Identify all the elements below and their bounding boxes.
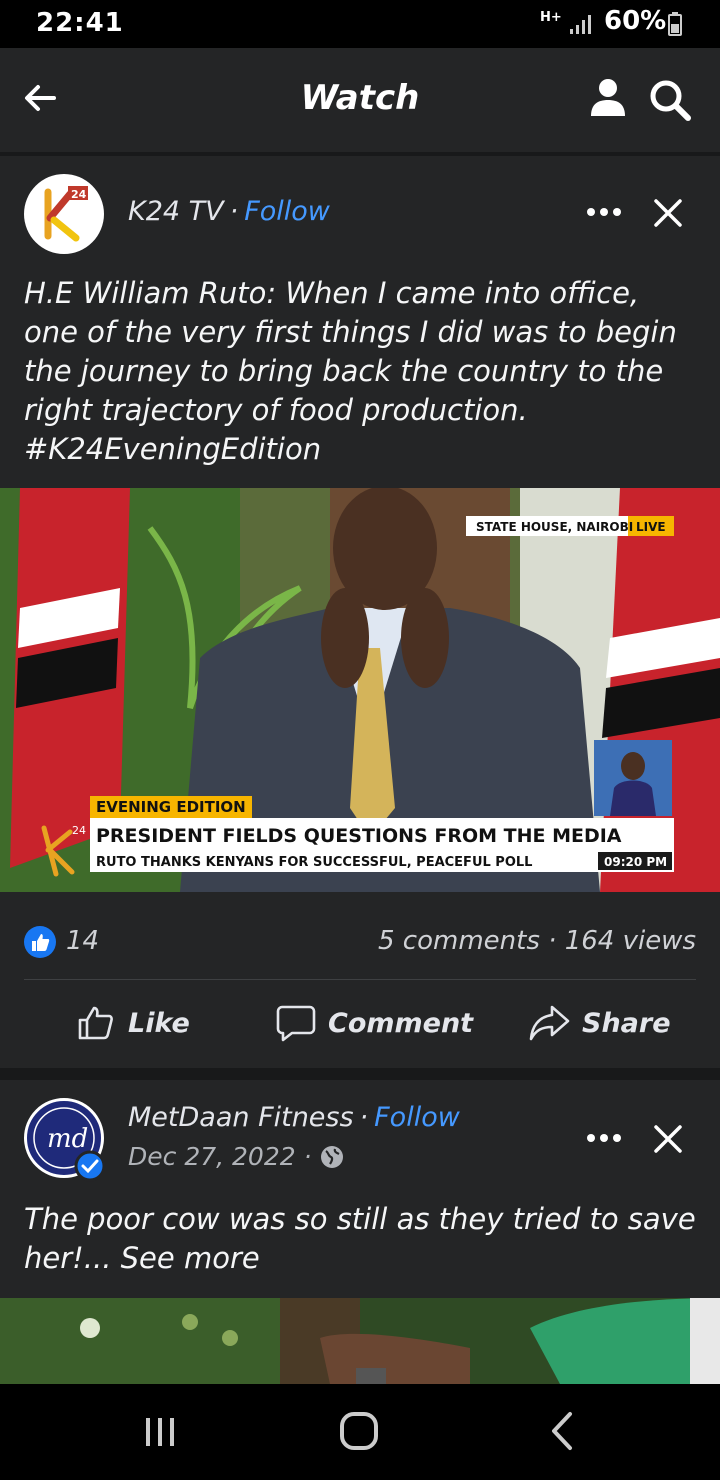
- video-logo-text: 24: [72, 824, 86, 837]
- svg-text:24: 24: [71, 188, 87, 201]
- post-image-preview: [0, 1298, 720, 1384]
- battery-icon: [668, 12, 682, 36]
- profile-icon[interactable]: [586, 76, 630, 120]
- separator-dot: ·: [229, 196, 239, 227]
- post-text-line: H.E William Ruto: When I came into offic…: [24, 276, 640, 310]
- comment-label: Comment: [328, 1007, 474, 1039]
- signal-icon: [570, 15, 591, 34]
- app-bar: Watch: [0, 48, 720, 152]
- share-label: Share: [582, 1007, 671, 1039]
- battery-percent: 60%: [604, 6, 667, 36]
- post-card: md MetDaan Fitness · Follow Dec 27, 2022 ·…: [0, 1080, 720, 1384]
- home-icon[interactable]: [338, 1410, 380, 1452]
- system-nav-bar: [0, 1384, 720, 1480]
- thumbs-up-icon: [78, 1006, 113, 1040]
- author-name[interactable]: MetDaan Fitness: [128, 1102, 354, 1133]
- view-count: 164 views: [564, 926, 696, 956]
- post-text: H.E William Ruto: When I came into offic…: [24, 274, 700, 469]
- post-text-line-see-more[interactable]: her!... See more: [24, 1239, 700, 1278]
- post-author-line: K24 TV · Follow: [128, 196, 330, 227]
- back-icon[interactable]: [546, 1410, 578, 1452]
- like-button[interactable]: Like: [76, 998, 190, 1048]
- post-meta: Dec 27, 2022 ·: [128, 1142, 344, 1171]
- network-type-indicator: H+: [540, 10, 562, 25]
- like-label: Like: [128, 1007, 190, 1039]
- post-date[interactable]: Dec 27, 2022: [128, 1142, 296, 1171]
- like-reaction-icon: [24, 926, 56, 958]
- video-time: 09:20 PM: [604, 855, 667, 869]
- post-text-line: right trajectory of food production.: [24, 393, 528, 427]
- post-text-line: The poor cow was so still as they tried …: [24, 1202, 696, 1236]
- video-headline: PRESIDENT FIELDS QUESTIONS FROM THE MEDI…: [96, 825, 622, 847]
- post-text: The poor cow was so still as they tried …: [24, 1200, 700, 1278]
- author-name[interactable]: K24 TV: [128, 196, 224, 227]
- like-count: 14: [66, 926, 100, 956]
- post-actions: Like Comment Share: [0, 978, 720, 1068]
- comment-icon: [276, 1005, 316, 1042]
- share-button[interactable]: Share: [528, 998, 671, 1048]
- search-icon[interactable]: [648, 78, 692, 122]
- recent-apps-icon[interactable]: [140, 1412, 180, 1452]
- share-icon: [529, 1005, 570, 1041]
- post-author-line: MetDaan Fitness · Follow: [128, 1102, 460, 1133]
- comment-button[interactable]: Comment: [276, 998, 473, 1048]
- post-image[interactable]: [0, 1298, 720, 1384]
- more-options-icon[interactable]: [584, 200, 624, 224]
- post-text-line: the journey to bring back the country to…: [24, 354, 664, 388]
- follow-button[interactable]: Follow: [244, 196, 330, 227]
- separator-dot: ·: [548, 926, 565, 956]
- program-label: EVENING EDITION: [96, 798, 246, 816]
- post-text-line: one of the very first things I did was t…: [24, 315, 677, 349]
- comment-count[interactable]: 5 comments: [378, 926, 540, 956]
- avatar[interactable]: 24: [24, 174, 104, 254]
- status-time: 22:41: [36, 8, 124, 38]
- post-card: 24 K24 TV · Follow H.E William Ruto: When …: [0, 156, 720, 1068]
- close-icon[interactable]: [648, 1119, 688, 1159]
- live-badge: LIVE: [636, 520, 666, 534]
- post-hashtag[interactable]: #K24EveningEdition: [24, 430, 700, 469]
- video-subheadline: RUTO THANKS KENYANS FOR SUCCESSFUL, PEAC…: [96, 855, 532, 870]
- globe-icon: [320, 1146, 343, 1168]
- close-icon[interactable]: [648, 193, 688, 233]
- reactions-summary[interactable]: 14 5 comments · 164 views: [0, 902, 720, 986]
- verified-badge-icon: [74, 1150, 106, 1182]
- more-options-icon[interactable]: [584, 1126, 624, 1150]
- feed-separator: [0, 1068, 720, 1080]
- video-player[interactable]: 24 STATE HOUSE, NAIROBI LIVE EVENING EDI…: [0, 488, 720, 892]
- separator-dot: ·: [303, 1142, 320, 1171]
- video-location-label: STATE HOUSE, NAIROBI: [476, 520, 633, 534]
- post-stats: 5 comments · 164 views: [378, 926, 696, 956]
- k24-logo-icon: 24: [44, 186, 88, 242]
- video-frame: 24 STATE HOUSE, NAIROBI LIVE EVENING EDI…: [0, 488, 720, 892]
- status-bar: 22:41 H+ 60%: [0, 0, 720, 48]
- separator-dot: ·: [359, 1102, 369, 1133]
- follow-button[interactable]: Follow: [374, 1102, 460, 1133]
